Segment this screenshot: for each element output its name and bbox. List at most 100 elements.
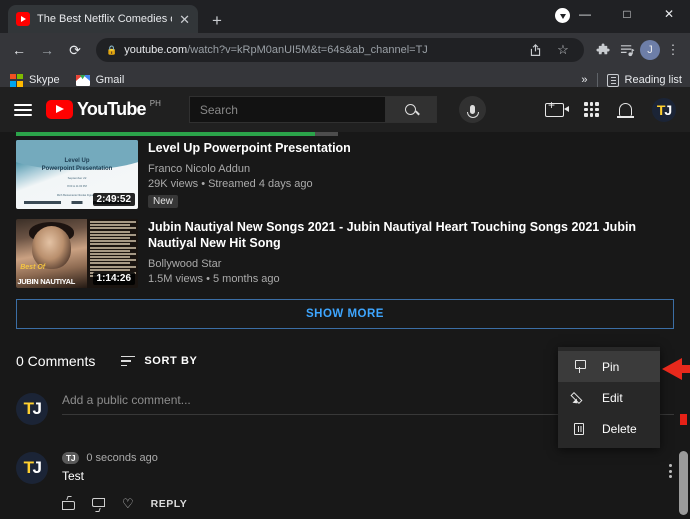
video-channel[interactable]: Bollywood Star	[148, 258, 674, 270]
thumbs-down-icon[interactable]	[92, 498, 105, 512]
address-bar[interactable]: 🔒 youtube.com/watch?v=kRpM0anUI5M&t=64s&…	[96, 38, 584, 62]
scrollbar-thumb[interactable]	[679, 451, 688, 515]
maximize-button[interactable]: □	[606, 0, 648, 28]
close-window-button[interactable]: ✕	[648, 0, 690, 28]
star-icon[interactable]: ☆	[552, 39, 574, 61]
video-title[interactable]: Jubin Nautiyal New Songs 2021 - Jubin Na…	[148, 219, 674, 251]
browser-tab-strip: The Best Netflix Comedies of Jun ✕ + — □…	[0, 0, 690, 33]
video-list-item[interactable]: Level Up Powerpoint Presentation Septemb…	[16, 140, 674, 209]
sort-by-label: SORT BY	[144, 355, 198, 367]
comment-actions: ♡ REPLY	[62, 495, 674, 512]
playlist-icon[interactable]	[616, 39, 638, 61]
forward-icon[interactable]: →	[34, 37, 60, 63]
search-input[interactable]: Search	[188, 96, 385, 123]
reading-list-button[interactable]: Reading list	[606, 73, 682, 87]
context-menu-label: Pin	[602, 359, 620, 374]
search-placeholder: Search	[199, 102, 238, 117]
avatar-initial-first: T	[23, 399, 34, 418]
url-path: /watch?v=kRpM0anUI5M&t=64s&ab_channel=TJ	[187, 44, 428, 56]
video-stats: 1.5M views • 5 months ago	[148, 273, 280, 285]
url-domain: youtube.com	[124, 44, 188, 56]
youtube-logo-text: YouTube	[77, 99, 147, 119]
thumbs-up-icon[interactable]	[62, 495, 75, 510]
context-menu-label: Delete	[602, 421, 637, 436]
back-icon[interactable]: ←	[6, 37, 32, 63]
country-code-label: PH	[149, 99, 161, 108]
avatar[interactable]: TJ	[16, 452, 48, 484]
apps-grid-icon[interactable]	[584, 102, 599, 117]
thumb-date: September 22	[67, 176, 87, 180]
create-video-icon[interactable]	[545, 99, 569, 117]
skype-icon	[10, 73, 23, 87]
reply-button[interactable]: REPLY	[151, 498, 188, 510]
reading-list-label: Reading list	[624, 74, 682, 86]
avatar[interactable]: TJ	[16, 393, 48, 425]
video-list-item[interactable]: Best Of JUBIN NAUTIYAL 1:14:26 Jubin Nau…	[16, 219, 674, 288]
tab-title: The Best Netflix Comedies of Jun	[37, 13, 172, 25]
bell-icon[interactable]	[617, 103, 634, 118]
thumbnail-photo: Best Of JUBIN NAUTIYAL	[16, 219, 87, 288]
youtube-logo[interactable]: YouTube PH	[46, 99, 161, 119]
youtube-page: YouTube PH Search TJ	[0, 87, 690, 519]
comment-body: TJ 0 seconds ago Test ♡ REPLY	[62, 452, 674, 512]
bookmarks-overflow-button[interactable]: »	[581, 74, 587, 86]
bookmark-label: Skype	[29, 74, 60, 86]
thumb-time: 8:00 to 11:00 PM	[67, 185, 87, 188]
comment-timestamp: 0 seconds ago	[86, 452, 158, 464]
avatar-initial-second: J	[32, 458, 41, 477]
sort-icon	[121, 355, 136, 367]
avatar[interactable]: TJ	[652, 97, 676, 122]
context-menu-label: Edit	[602, 390, 623, 405]
youtube-masthead: YouTube PH Search TJ	[0, 87, 690, 132]
comment-context-menu: Pin Edit Delete	[558, 347, 660, 448]
thumb-artist-name: JUBIN NAUTIYAL	[17, 276, 76, 286]
bookmark-label: Gmail	[95, 74, 125, 86]
video-stats: 29K views • Streamed 4 days ago	[148, 178, 313, 190]
context-menu-item-edit[interactable]: Edit	[558, 382, 660, 413]
heart-icon[interactable]: ♡	[122, 497, 134, 510]
search-button[interactable]	[384, 96, 437, 123]
reload-icon[interactable]: ⟳	[62, 37, 88, 63]
comment-text: Test	[62, 469, 85, 483]
puzzle-icon[interactable]	[592, 39, 614, 61]
hamburger-menu-icon[interactable]	[14, 103, 32, 116]
video-title[interactable]: Level Up Powerpoint Presentation	[148, 140, 674, 156]
browser-profile-avatar[interactable]: J	[640, 40, 660, 60]
video-thumbnail[interactable]: Level Up Powerpoint Presentation Septemb…	[16, 140, 138, 209]
share-icon[interactable]	[524, 39, 546, 61]
context-menu-item-pin[interactable]: Pin	[558, 351, 660, 382]
window-controls: — □ ✕	[564, 0, 690, 28]
url-text: youtube.com/watch?v=kRpM0anUI5M&t=64s&ab…	[124, 44, 428, 56]
close-icon[interactable]: ✕	[179, 13, 190, 26]
red-arrow-annotation-icon	[662, 358, 690, 380]
new-tab-button[interactable]: +	[212, 12, 222, 29]
thumb-title-line2: Powerpoint Presentation	[41, 166, 113, 172]
three-dot-menu-icon[interactable]: ⋮	[662, 39, 684, 61]
bookmark-skype[interactable]: Skype	[10, 73, 60, 87]
avatar-initial-first: T	[23, 458, 34, 477]
search-icon	[405, 104, 417, 115]
browser-tab[interactable]: The Best Netflix Comedies of Jun ✕	[8, 5, 198, 33]
bookmark-gmail[interactable]: Gmail	[75, 74, 125, 86]
thumb-credits: Mich Bustamante Nicolas Figueroa	[56, 194, 98, 197]
comment-author-chip[interactable]: TJ	[62, 452, 80, 464]
watch-progress-bar	[16, 132, 338, 136]
avatar-initial-second: J	[664, 101, 672, 118]
more-options-icon[interactable]	[669, 464, 672, 478]
video-thumbnail[interactable]: Best Of JUBIN NAUTIYAL 1:14:26	[16, 219, 138, 288]
page-scrollbar[interactable]	[676, 132, 690, 519]
thumb-best-of-label: Best Of	[20, 264, 46, 272]
video-details: Level Up Powerpoint Presentation Franco …	[148, 140, 674, 209]
show-more-button[interactable]: SHOW MORE	[16, 299, 674, 329]
scrollbar-marker	[680, 414, 687, 425]
sort-by-button[interactable]: SORT BY	[121, 355, 197, 367]
context-menu-item-delete[interactable]: Delete	[558, 413, 660, 444]
search-container: Search	[188, 96, 437, 123]
status-badge: New	[148, 195, 179, 208]
voice-search-button[interactable]	[458, 96, 486, 123]
video-channel[interactable]: Franco Nicolo Addun	[148, 163, 674, 175]
avatar-initial-second: J	[32, 399, 41, 418]
avatar-initial-first: T	[656, 101, 666, 118]
page-content: Level Up Powerpoint Presentation Septemb…	[0, 132, 690, 512]
minimize-button[interactable]: —	[564, 0, 606, 28]
